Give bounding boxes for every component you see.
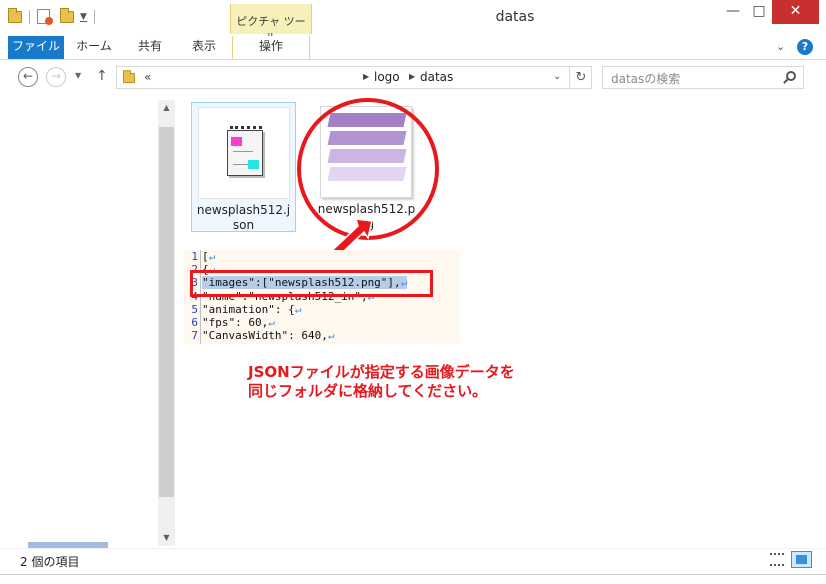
annotation-line: 同じフォルダに格納してください。 (248, 382, 488, 400)
tab-file[interactable]: ファイル (8, 36, 64, 59)
explorer-window: ▼ ピクチャ ツール datas — □ ✕ ファイル ホーム 共有 表示 操作… (0, 0, 826, 584)
customize-toolbar-icon[interactable]: ▼ (80, 12, 87, 22)
toolbar-divider (94, 9, 95, 24)
folder-icon (123, 70, 135, 84)
tab-manage[interactable]: 操作 (232, 36, 310, 59)
search-icon[interactable] (786, 71, 796, 81)
navigation-scrollbar[interactable]: ▲ ▼ (158, 100, 175, 546)
breadcrumb-arrow-icon[interactable]: ▶ (363, 72, 369, 81)
maximize-button[interactable]: □ (746, 0, 772, 24)
annotation-line: JSONファイルが指定する画像データを (248, 363, 515, 381)
code-line: 7 "CanvasWidth": 640,↵ (184, 329, 460, 343)
address-bar[interactable]: « ▶ logo ▶ datas ⌄ ↻ (116, 66, 592, 89)
minimize-button[interactable]: — (720, 0, 746, 24)
notepad-icon (227, 126, 263, 176)
code-line: 5 "animation": {↵ (184, 303, 460, 317)
window-border (0, 574, 826, 575)
close-button[interactable]: ✕ (772, 0, 819, 24)
large-icons-view-icon[interactable] (791, 551, 812, 568)
address-dropdown-icon[interactable]: ⌄ (553, 71, 561, 82)
new-folder-icon[interactable] (60, 7, 74, 23)
code-line: 1 [↵ (184, 250, 460, 264)
toolbar-divider (29, 9, 30, 24)
code-text: "fps": 60, (202, 316, 269, 329)
breadcrumb-logo[interactable]: logo (374, 70, 400, 84)
ribbon-tabs: ファイル ホーム 共有 表示 操作 ⌄ ? (0, 36, 826, 60)
scroll-up-icon[interactable]: ▲ (158, 100, 175, 116)
expand-ribbon-icon[interactable]: ⌄ (776, 40, 785, 53)
return-mark: ↵ (208, 250, 216, 263)
code-text: [ (202, 250, 209, 263)
folder-icon[interactable] (8, 7, 22, 23)
breadcrumb-overflow[interactable]: « (144, 70, 151, 84)
help-icon[interactable]: ? (797, 39, 813, 55)
tab-view[interactable]: 表示 (182, 36, 226, 59)
return-mark: ↵ (294, 303, 302, 316)
code-text: "animation": { (202, 303, 295, 316)
details-view-icon[interactable] (770, 553, 784, 566)
quick-access-toolbar: ▼ (8, 7, 98, 25)
recent-locations-icon[interactable]: ▼ (75, 71, 81, 80)
return-mark: ↵ (268, 316, 275, 329)
line-number: 7 (191, 329, 198, 342)
file-thumbnail (198, 107, 290, 199)
title-bar: ▼ ピクチャ ツール datas — □ ✕ (0, 0, 826, 44)
file-item-json[interactable]: newsplash512.json (191, 102, 296, 232)
forward-button[interactable]: → (46, 67, 66, 87)
file-view: ▲ ▼ newsplash512.json newsplash512.p 1 [… (0, 96, 826, 548)
code-snippet: 1 [↵ 2 {↵ 3 "images":["newsplash512.png"… (184, 250, 460, 344)
tab-share[interactable]: 共有 (128, 36, 172, 59)
properties-icon[interactable] (37, 9, 53, 25)
return-mark: ↵ (327, 329, 335, 342)
status-bar: 2 個の項目 (0, 548, 826, 570)
scroll-down-icon[interactable]: ▼ (158, 530, 175, 546)
highlight-rectangle (190, 270, 433, 297)
code-text: "CanvasWidth": 640, (202, 329, 328, 342)
breadcrumb-arrow-icon[interactable]: ▶ (409, 72, 415, 81)
file-name: newsplash512.json (196, 203, 291, 232)
tab-home[interactable]: ホーム (70, 36, 118, 59)
code-line: 6 "fps": 60,↵ (184, 316, 460, 330)
line-number: 6 (191, 316, 198, 329)
scrollbar-thumb[interactable] (159, 127, 174, 497)
refresh-button[interactable]: ↻ (569, 67, 592, 88)
line-number: 1 (191, 250, 198, 263)
up-button[interactable]: ↑ (96, 68, 108, 84)
window-title: datas (495, 9, 535, 25)
search-placeholder: datasの検索 (611, 72, 681, 86)
navigation-bar: ← → ▼ ↑ « ▶ logo ▶ datas ⌄ ↻ datasの検索 (0, 62, 826, 92)
annotation-text: JSONファイルが指定する画像データを 同じフォルダに格納してください。 (248, 363, 588, 401)
picture-tools-context: ピクチャ ツール (230, 4, 312, 44)
search-box[interactable]: datasの検索 (602, 66, 804, 89)
back-button[interactable]: ← (18, 67, 38, 87)
line-number: 5 (191, 303, 198, 316)
item-count: 2 個の項目 (20, 555, 80, 569)
breadcrumb-datas[interactable]: datas (420, 70, 453, 84)
